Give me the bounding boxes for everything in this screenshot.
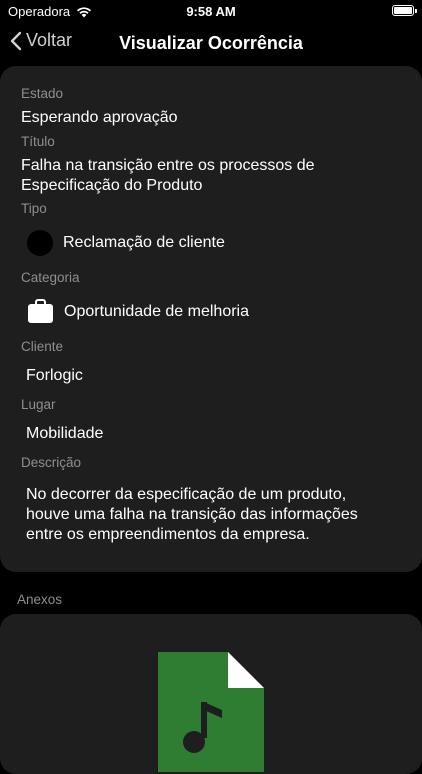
description-label: Descrição — [21, 455, 82, 470]
type-color-dot-icon — [27, 230, 53, 256]
description-line-1: No decorrer da especificação de um produ… — [26, 486, 347, 503]
status-time: 9:58 AM — [186, 4, 236, 19]
navigation-bar: Voltar Visualizar Ocorrência — [0, 24, 422, 64]
description-line-3: entre os empreendimentos da empresa. — [26, 526, 310, 543]
page-title: Visualizar Ocorrência — [119, 33, 303, 53]
audio-file-icon[interactable] — [158, 652, 268, 772]
place-label: Lugar — [21, 397, 56, 412]
battery-icon — [392, 5, 417, 16]
status-bar: Operadora 9:58 AM — [0, 0, 422, 24]
place-value: Mobilidade — [26, 425, 104, 442]
title-label: Título — [21, 134, 55, 149]
type-value: Reclamação de cliente — [63, 234, 225, 251]
state-value: Esperando aprovação — [21, 109, 178, 126]
type-row: Reclamação de cliente — [27, 230, 225, 256]
category-row: Oportunidade de melhoria — [27, 298, 249, 325]
client-value: Forlogic — [26, 367, 83, 384]
attachments-label: Anexos — [17, 592, 63, 607]
state-label: Estado — [21, 86, 64, 101]
title-value-line-1: Falha na transição entre os processos de — [21, 157, 315, 174]
type-label: Tipo — [21, 201, 47, 216]
briefcase-icon — [28, 299, 53, 323]
client-label: Cliente — [21, 339, 64, 354]
description-line-2: houve uma falha na transição das informa… — [26, 506, 358, 523]
category-value: Oportunidade de melhoria — [64, 302, 250, 320]
category-label: Categoria — [21, 270, 80, 285]
attachments-card — [0, 614, 422, 774]
occurrence-details-card: Estado Esperando aprovação Título Falha … — [0, 66, 422, 572]
title-value-line-2: Especificação do Produto — [21, 177, 203, 194]
